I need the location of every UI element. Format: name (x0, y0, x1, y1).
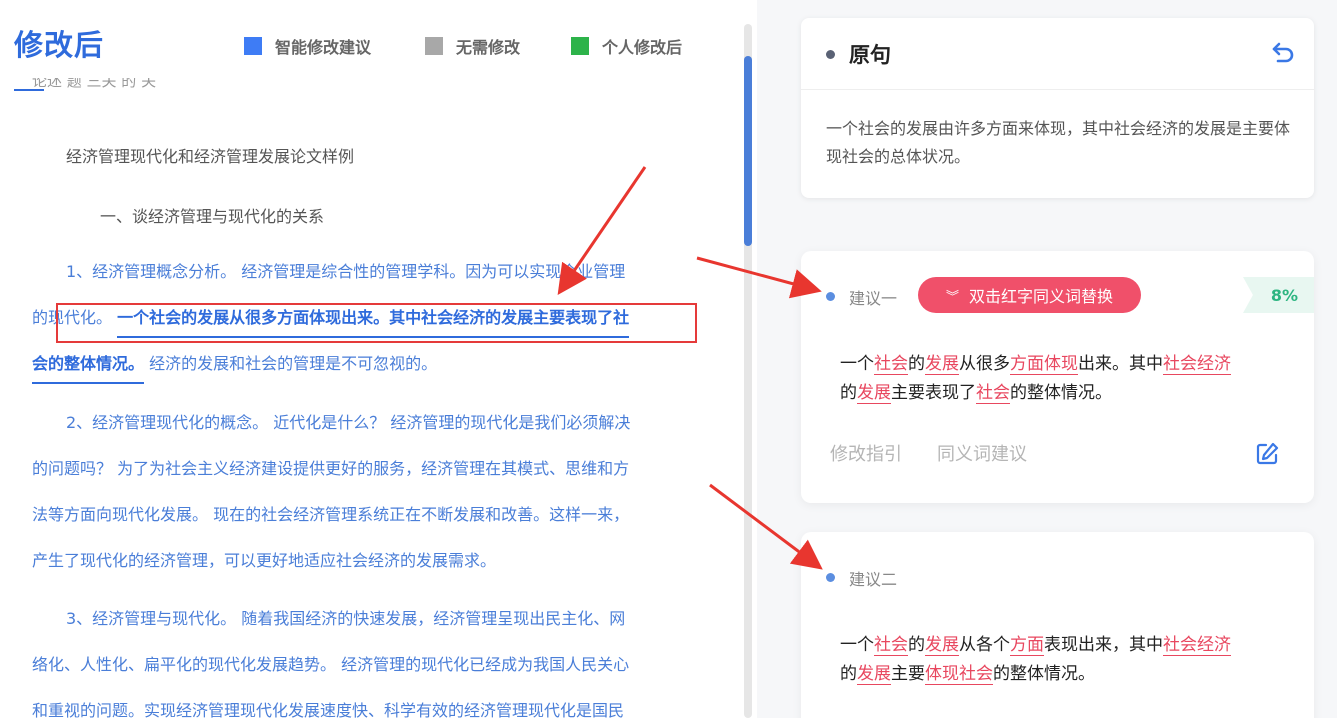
text-segment: 一个 (840, 354, 874, 374)
paragraph: 2、经济管理现代化的概念。 近代化是什么？ 经济管理的现代化是我们必须解决 的问… (32, 400, 684, 584)
synonym-suggestion-link[interactable]: 同义词建议 (937, 440, 1027, 466)
legend-no-change: 无需修改 (425, 36, 521, 57)
suggestion-label: 建议一 (849, 289, 898, 308)
bullet-dot (826, 292, 835, 301)
undo-icon[interactable] (1270, 40, 1296, 64)
replaceable-word[interactable]: 发展 (857, 383, 891, 404)
legend-label: 无需修改 (456, 38, 521, 57)
suggestion-card-1[interactable]: 建议一 ︾ 双击红字同义词替换 8% 一个社会的发展从很多方面体现出来。其中社会经… (801, 251, 1314, 503)
text-segment: 的 (840, 664, 857, 684)
text-segment: 的整体情况。 (993, 664, 1095, 684)
legend-swatch-gray (425, 37, 443, 55)
replaceable-word[interactable]: 社会 (874, 635, 908, 656)
replaceable-word[interactable]: 方面体现 (1010, 354, 1078, 375)
document-title: 经济管理现代化和经济管理发展论文样例 (66, 147, 355, 166)
document-panel: 修改后 智能修改建议 无需修改 个人修改后 论述 题 三关 的 关 经济管理现代… (0, 0, 745, 718)
paragraph-line: 3、经济管理与现代化。 随着我国经济的快速发展，经济管理呈现出民主化、网 (66, 609, 626, 628)
text-segment: 的 (840, 383, 857, 403)
text-segment: 从各个 (959, 635, 1010, 655)
replaceable-word[interactable]: 社会经济 (1163, 635, 1231, 656)
legend-smart-suggestion: 智能修改建议 (244, 36, 372, 57)
clipped-text-line: 论述 题 三关 的 关 (14, 78, 244, 94)
scrollbar-thumb[interactable] (744, 56, 752, 246)
text-segment: 主要 (891, 664, 925, 684)
paragraph-line: 的问题吗？ 为了为社会主义经济建设提供更好的服务，经济管理在其模式、思维和方 (32, 459, 630, 478)
legend-label: 智能修改建议 (275, 38, 372, 57)
paragraph-line: 法等方面向现代化发展。 现在的社会经济管理系统正在不断发展和改善。这样一来， (32, 505, 630, 524)
suggestion-card-2[interactable]: 建议二 一个社会的发展从各个方面表现出来，其中社会经济 的发展主要体现社会的整体情… (801, 532, 1314, 718)
replaceable-word[interactable]: 发展 (857, 664, 891, 685)
paragraph-line: 络化、人性化、扁平化的现代化发展趋势。 经济管理的现代化已经成为我国人民关心 (32, 655, 630, 674)
suggestion-sentence: 一个社会的发展从很多方面体现出来。其中社会经济 的发展主要表现了社会的整体情况。 (840, 350, 1290, 408)
replaceable-word[interactable]: 社会经济 (1163, 354, 1231, 375)
paragraph-text: 经济的发展和社会的管理是不可忽视的。 (144, 354, 438, 373)
highlighted-sentence[interactable]: 会的整体情况。 (32, 354, 145, 384)
original-title: 原句 (849, 43, 891, 67)
button-label: 双击红字同义词替换 (969, 287, 1114, 306)
text-segment: 从很多 (959, 354, 1010, 374)
annotation-highlight-box (56, 303, 697, 343)
replaceable-word[interactable]: 发展 (925, 635, 959, 656)
edit-guide-link[interactable]: 修改指引 (830, 440, 902, 466)
paragraph-line: 1、经济管理概念分析。 经济管理是综合性的管理学科。因为可以实现企业管理 (66, 262, 626, 281)
paragraph-line: 和重视的问题。实现经济管理现代化发展速度快、科学有效的经济管理现代化是国民 (32, 701, 625, 718)
suggestion-sentence: 一个社会的发展从各个方面表现出来，其中社会经济 的发展主要体现社会的整体情况。 (840, 631, 1290, 689)
legend-swatch-green (571, 37, 589, 55)
double-chevron-down-icon: ︾ (945, 289, 959, 305)
replaceable-word[interactable]: 发展 (925, 354, 959, 375)
section-heading: 一、谈经济管理与现代化的关系 (100, 207, 325, 226)
replaceable-word[interactable]: 社会 (874, 354, 908, 375)
text-segment: 的整体情况。 (1010, 383, 1112, 403)
clipped-text: 论述 题 三关 的 关 (32, 78, 157, 90)
paragraph: 3、经济管理与现代化。 随着我国经济的快速发展，经济管理呈现出民主化、网 络化、… (32, 596, 684, 718)
suggestion-label: 建议二 (849, 570, 898, 589)
original-sentence: 一个社会的发展由许多方面来体现，其中社会经济的发展是主要体现社会的总体状况。 (826, 119, 1291, 166)
replaceable-word[interactable]: 体现社会 (925, 664, 993, 685)
original-sentence-card: 原句 一个社会的发展由许多方面来体现，其中社会经济的发展是主要体现社会的总体状况… (801, 18, 1314, 198)
replaceable-word[interactable]: 方面 (1010, 635, 1044, 656)
page-title: 修改后 (14, 28, 105, 62)
text-segment: 一个 (840, 635, 874, 655)
bullet-dot (826, 50, 835, 59)
similarity-percent-badge: 8% (1243, 277, 1314, 313)
text-segment: 主要表现了 (891, 383, 976, 403)
text-segment: 表现出来，其中 (1044, 635, 1163, 655)
legend-personal-edit: 个人修改后 (571, 36, 683, 57)
bullet-dot (826, 573, 835, 582)
paragraph-line: 2、经济管理现代化的概念。 近代化是什么？ 经济管理的现代化是我们必须解决 (66, 413, 631, 432)
edit-icon[interactable] (1254, 441, 1280, 467)
divider (801, 89, 1314, 90)
legend-swatch-blue (244, 37, 262, 55)
text-segment: 出来。其中 (1078, 354, 1163, 374)
paragraph-line: 产生了现代化的经济管理，可以更好地适应社会经济的发展需求。 (32, 551, 497, 570)
paragraph-line: 会的整体情况。 经济的发展和社会的管理是不可忽视的。 (32, 341, 684, 387)
legend-label: 个人修改后 (602, 38, 683, 57)
synonym-replace-button[interactable]: ︾ 双击红字同义词替换 (918, 277, 1141, 313)
text-segment: 的 (908, 354, 925, 374)
text-segment: 的 (908, 635, 925, 655)
replaceable-word[interactable]: 社会 (976, 383, 1010, 404)
